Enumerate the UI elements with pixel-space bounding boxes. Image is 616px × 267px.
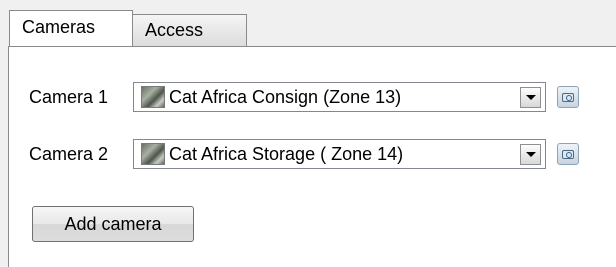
camera-1-label: Camera 1 bbox=[29, 86, 109, 107]
camera-row-2: Camera 2 bbox=[29, 139, 133, 169]
camera-thumbnail-icon bbox=[141, 86, 165, 108]
tab-cameras[interactable]: Cameras bbox=[9, 10, 133, 46]
camera-1-preview-icon[interactable] bbox=[557, 86, 579, 108]
camera-2-label: Camera 2 bbox=[29, 143, 109, 164]
camera-thumbnail-icon bbox=[141, 143, 165, 165]
chevron-down-icon bbox=[525, 95, 536, 100]
camera-2-dropdown-button[interactable] bbox=[520, 144, 541, 165]
camera-1-selected-value: Cat Africa Consign (Zone 13) bbox=[169, 86, 402, 107]
tab-access-label: Access bbox=[145, 20, 204, 40]
camera-1-select[interactable]: Cat Africa Consign (Zone 13) bbox=[133, 82, 546, 112]
camera-2-select[interactable]: Cat Africa Storage ( Zone 14) bbox=[133, 139, 546, 169]
camera-1-dropdown-button[interactable] bbox=[520, 87, 541, 108]
tab-cameras-label: Cameras bbox=[22, 17, 96, 37]
camera-row-1: Camera 1 bbox=[29, 82, 133, 112]
camera-2-preview-icon[interactable] bbox=[557, 143, 579, 165]
chevron-down-icon bbox=[525, 152, 536, 157]
tab-access[interactable]: Access bbox=[132, 14, 247, 46]
camera-2-selected-value: Cat Africa Storage ( Zone 14) bbox=[169, 143, 404, 164]
add-camera-button[interactable]: Add camera bbox=[32, 206, 194, 242]
